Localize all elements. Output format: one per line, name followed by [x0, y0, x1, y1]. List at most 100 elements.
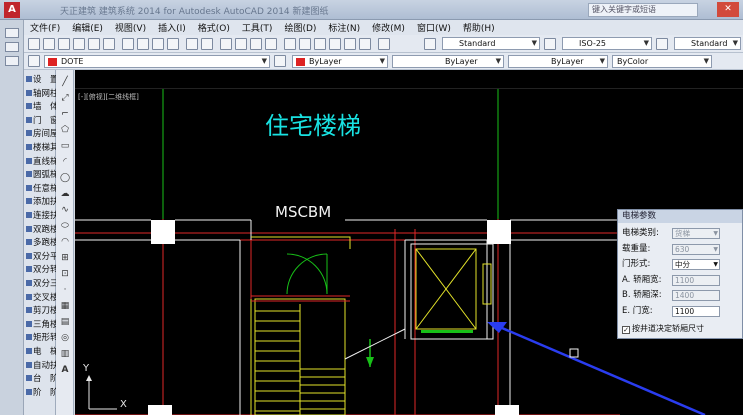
screen-menu-item[interactable]: 直线梯段 — [24, 156, 56, 168]
publish-icon[interactable] — [103, 38, 115, 50]
undo-icon[interactable] — [186, 38, 198, 50]
preview-icon[interactable] — [88, 38, 100, 50]
calculator-icon[interactable] — [359, 38, 371, 50]
screen-menu-item[interactable]: 矩形转角 — [24, 332, 56, 344]
hatch-icon[interactable]: ▦ — [59, 300, 71, 312]
tool-palettes-icon[interactable] — [314, 38, 326, 50]
menu-item[interactable]: 窗口(W) — [411, 21, 457, 34]
screen-menu-item[interactable]: 任意梯段 — [24, 183, 56, 195]
menu-item[interactable]: 绘图(D) — [278, 21, 322, 34]
screen-menu-item[interactable]: 双分平行 — [24, 251, 56, 263]
grip-handle[interactable] — [569, 348, 579, 358]
layer-select[interactable]: DOTE ▼ — [44, 55, 270, 68]
close-button[interactable]: ✕ — [717, 2, 739, 17]
text-style-icon[interactable] — [424, 38, 436, 50]
linetype-select[interactable]: ByLayer ▼ — [392, 55, 504, 68]
tool-icon[interactable] — [5, 42, 19, 52]
sheet-set-icon[interactable] — [329, 38, 341, 50]
pan-icon[interactable] — [220, 38, 232, 50]
screen-menu-item[interactable]: 台 阶 — [24, 373, 56, 385]
plotstyle-select[interactable]: ByColor ▼ — [612, 55, 712, 68]
revision-cloud-icon[interactable]: ☁ — [59, 188, 71, 200]
screen-menu-item[interactable]: 轴网柱子 — [24, 88, 56, 100]
print-icon[interactable] — [73, 38, 85, 50]
insert-block-icon[interactable]: ⊞ — [59, 252, 71, 264]
multiline-text-icon[interactable]: A — [59, 364, 71, 376]
lineweight-select[interactable]: ByLayer ▼ — [508, 55, 608, 68]
screen-menu-item[interactable]: 楼梯其他 — [24, 142, 56, 154]
table-style-select[interactable]: Standard ▼ — [674, 37, 741, 50]
zoom-realtime-icon[interactable] — [235, 38, 247, 50]
ellipse-arc-icon[interactable]: ◠ — [59, 236, 71, 248]
properties-icon[interactable] — [284, 38, 296, 50]
screen-menu-item[interactable]: 自动扶梯 — [24, 360, 56, 372]
make-block-icon[interactable]: ⊡ — [59, 268, 71, 280]
table-style-icon[interactable] — [656, 38, 668, 50]
construction-line-icon[interactable]: ⤢ — [59, 92, 71, 104]
dim-style-select[interactable]: ISO-25 ▼ — [562, 37, 652, 50]
ellipse-icon[interactable]: ⬭ — [59, 220, 71, 232]
dialog-select[interactable]: 货梯 ▼ — [672, 228, 720, 239]
arc-icon[interactable]: ◜ — [59, 156, 71, 168]
text-style-select[interactable]: Standard ▼ — [442, 37, 540, 50]
zoom-previous-icon[interactable] — [265, 38, 277, 50]
screen-menu-item[interactable]: 双跑楼梯 — [24, 224, 56, 236]
table-icon[interactable]: ▥ — [59, 348, 71, 360]
screen-menu-item[interactable]: 三角楼梯 — [24, 319, 56, 331]
redo-icon[interactable] — [201, 38, 213, 50]
color-select[interactable]: ByLayer ▼ — [292, 55, 388, 68]
menu-item[interactable]: 帮助(H) — [457, 21, 501, 34]
search-input[interactable]: 键入关键字或短语 — [588, 3, 698, 17]
circle-icon[interactable]: ◯ — [59, 172, 71, 184]
menu-item[interactable]: 修改(M) — [366, 21, 411, 34]
zoom-window-icon[interactable] — [250, 38, 262, 50]
screen-menu-item[interactable]: 房间屋顶 — [24, 128, 56, 140]
menu-item[interactable]: 编辑(E) — [66, 21, 109, 34]
screen-menu-item[interactable]: 交叉楼梯 — [24, 292, 56, 304]
dialog-input[interactable]: 1100 — [672, 305, 720, 317]
menu-item[interactable]: 工具(T) — [236, 21, 279, 34]
dialog-select[interactable]: 中分 ▼ — [672, 259, 720, 270]
screen-menu-item[interactable]: 双分转角 — [24, 264, 56, 276]
screen-menu-item[interactable]: 圆弧梯段 — [24, 169, 56, 181]
screen-menu-item[interactable]: 阶 阶 — [24, 387, 56, 399]
screen-menu-item[interactable]: 剪刀楼梯 — [24, 305, 56, 317]
layer-manager-icon[interactable] — [28, 55, 40, 67]
point-icon[interactable]: · — [59, 284, 71, 296]
menu-item[interactable]: 视图(V) — [109, 21, 152, 34]
menu-item[interactable]: 插入(I) — [152, 21, 192, 34]
spline-icon[interactable]: ∿ — [59, 204, 71, 216]
gradient-icon[interactable]: ▤ — [59, 316, 71, 328]
cut-icon[interactable] — [122, 38, 134, 50]
help-icon[interactable] — [378, 38, 390, 50]
rectangle-icon[interactable]: ▭ — [59, 140, 71, 152]
copy-icon[interactable] — [137, 38, 149, 50]
screen-menu-item[interactable]: 门 窗 — [24, 115, 56, 127]
line-icon[interactable]: ╱ — [59, 76, 71, 88]
make-current-icon[interactable] — [274, 55, 286, 67]
polygon-icon[interactable]: ⬠ — [59, 124, 71, 136]
dialog-input[interactable]: 1400 — [672, 290, 720, 301]
viewport-controls[interactable]: [-][俯视][二维线框] — [78, 92, 139, 102]
screen-menu-item[interactable]: 设 置 — [24, 74, 56, 86]
polyline-icon[interactable]: ⌐ — [59, 108, 71, 120]
autocad-logo-icon[interactable]: A — [4, 2, 20, 18]
dialog-input[interactable]: 1100 — [672, 274, 720, 286]
save-icon[interactable] — [58, 38, 70, 50]
shaft-size-checkbox[interactable]: ✓ 按井道决定轿厢尺寸 — [622, 323, 704, 334]
screen-menu-item[interactable]: 墙 体 — [24, 101, 56, 113]
dim-style-icon[interactable] — [544, 38, 556, 50]
screen-menu-item[interactable]: 双分三跑 — [24, 278, 56, 290]
menu-item[interactable]: 文件(F) — [24, 21, 66, 34]
open-icon[interactable] — [43, 38, 55, 50]
screen-menu-item[interactable]: 电 梯 — [24, 346, 56, 358]
tool-icon[interactable] — [5, 56, 19, 66]
screen-menu-item[interactable]: 连接扶手 — [24, 210, 56, 222]
menu-item[interactable]: 格式(O) — [192, 21, 236, 34]
screen-menu-item[interactable]: 多跑楼梯 — [24, 237, 56, 249]
paste-icon[interactable] — [152, 38, 164, 50]
match-properties-icon[interactable] — [167, 38, 179, 50]
tool-icon[interactable] — [5, 28, 19, 38]
markup-icon[interactable] — [344, 38, 356, 50]
dialog-select[interactable]: 630 ▼ — [672, 243, 720, 255]
